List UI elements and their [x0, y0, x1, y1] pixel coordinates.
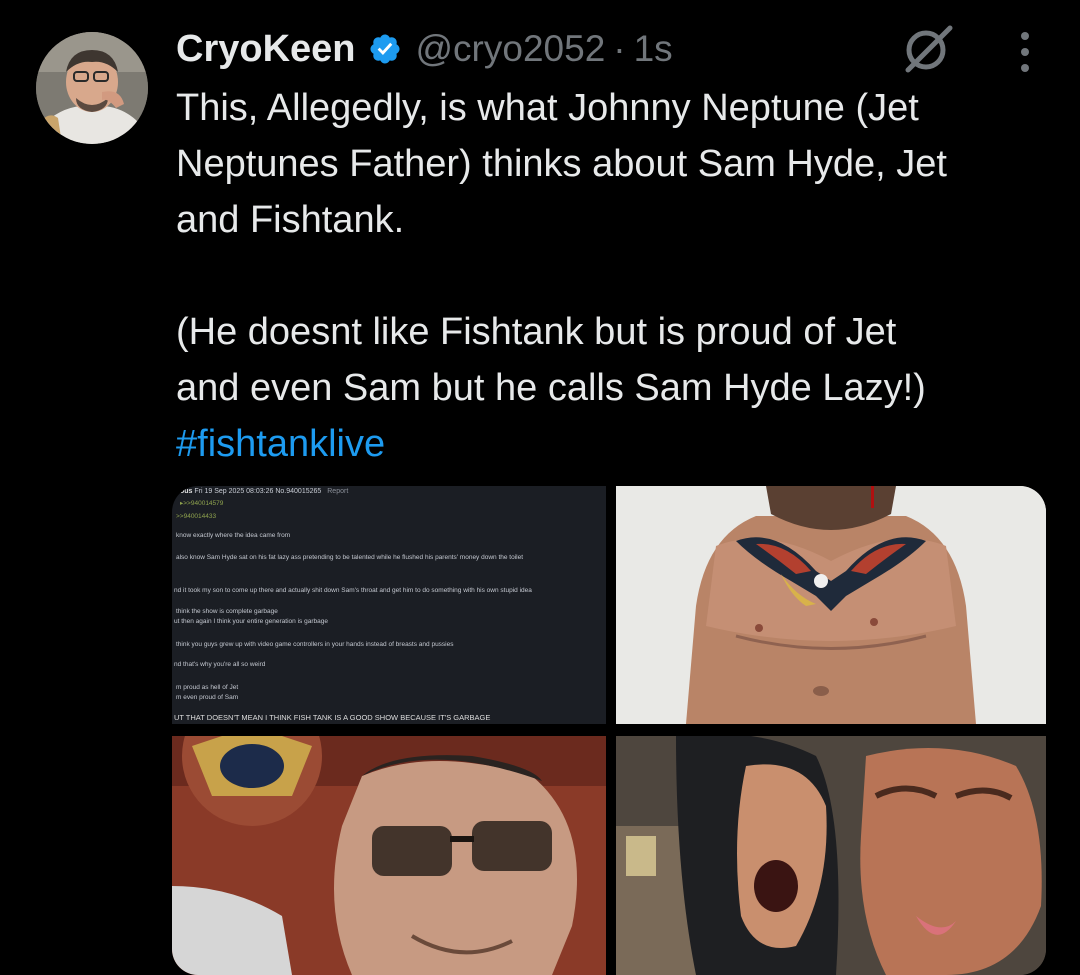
post-line: know exactly where the idea came from	[176, 532, 291, 539]
post-line: nd that's why you're all so weird	[174, 661, 266, 668]
forum-post-screenshot: ous Fri 19 Sep 2025 08:03:26 No.94001526…	[172, 486, 606, 724]
author-avatar[interactable]	[36, 32, 148, 144]
separator-dot: ·	[613, 28, 626, 69]
two-men-photo	[616, 736, 1046, 975]
post-line: ut then again I think your entire genera…	[174, 618, 328, 625]
post-line: also know Sam Hyde sat on his fat lazy a…	[176, 554, 524, 561]
tweet-text: This, Allegedly, is what Johnny Neptune …	[176, 80, 1056, 472]
glasses-man-photo	[172, 736, 606, 975]
post-header: ous Fri 19 Sep 2025 08:03:26 No.94001526…	[180, 488, 348, 495]
post-line: m even proud of Sam	[176, 694, 239, 701]
media-image-2[interactable]	[616, 486, 1046, 724]
author-name[interactable]: CryoKeen	[176, 28, 356, 71]
tweet-text-line: (He doesnt like Fishtank but is proud of…	[176, 311, 897, 353]
media-image-1[interactable]: ous Fri 19 Sep 2025 08:03:26 No.94001526…	[172, 486, 606, 724]
media-image-4[interactable]	[616, 736, 1046, 975]
post-quote: ▸>>940014579	[180, 500, 224, 507]
hashtag-link[interactable]: #fishtanklive	[176, 416, 1056, 472]
post-line: think the show is complete garbage	[176, 608, 278, 615]
tattoo-photo	[616, 486, 1046, 724]
post-time[interactable]: 1s	[634, 28, 673, 70]
post-line: nd it took my son to come up there and a…	[174, 587, 532, 594]
post-line: m proud as hell of Jet	[176, 684, 239, 691]
media-image-3[interactable]	[172, 736, 606, 975]
post-date: Fri 19 Sep 2025 08:03:26 No.940015265	[194, 488, 322, 495]
post-quote: >>940014433	[176, 513, 217, 520]
tweet-text-line: and Fishtank.	[176, 199, 405, 241]
post-line: think you guys grew up with video game c…	[176, 641, 454, 648]
post-author: ous	[180, 488, 193, 495]
verified-badge-icon[interactable]	[368, 32, 402, 66]
grok-icon[interactable]	[900, 22, 956, 76]
media-grid: ous Fri 19 Sep 2025 08:03:26 No.94001526…	[172, 486, 1046, 975]
post-line: UT THAT DOESN'T MEAN I THINK FISH TANK I…	[174, 713, 491, 722]
tweet-text-line: and even Sam but he calls Sam Hyde Lazy!…	[176, 367, 926, 409]
avatar-photo	[36, 32, 148, 144]
post-report: Report	[327, 488, 349, 495]
tweet-text-line: Neptunes Father) thinks about Sam Hyde, …	[176, 143, 947, 185]
tweet-text-line: This, Allegedly, is what Johnny Neptune …	[176, 87, 919, 129]
tweet-header: CryoKeen @cryo2052 · 1s	[176, 22, 673, 76]
more-options-icon[interactable]	[1005, 28, 1045, 76]
author-handle[interactable]: @cryo2052	[416, 28, 606, 70]
